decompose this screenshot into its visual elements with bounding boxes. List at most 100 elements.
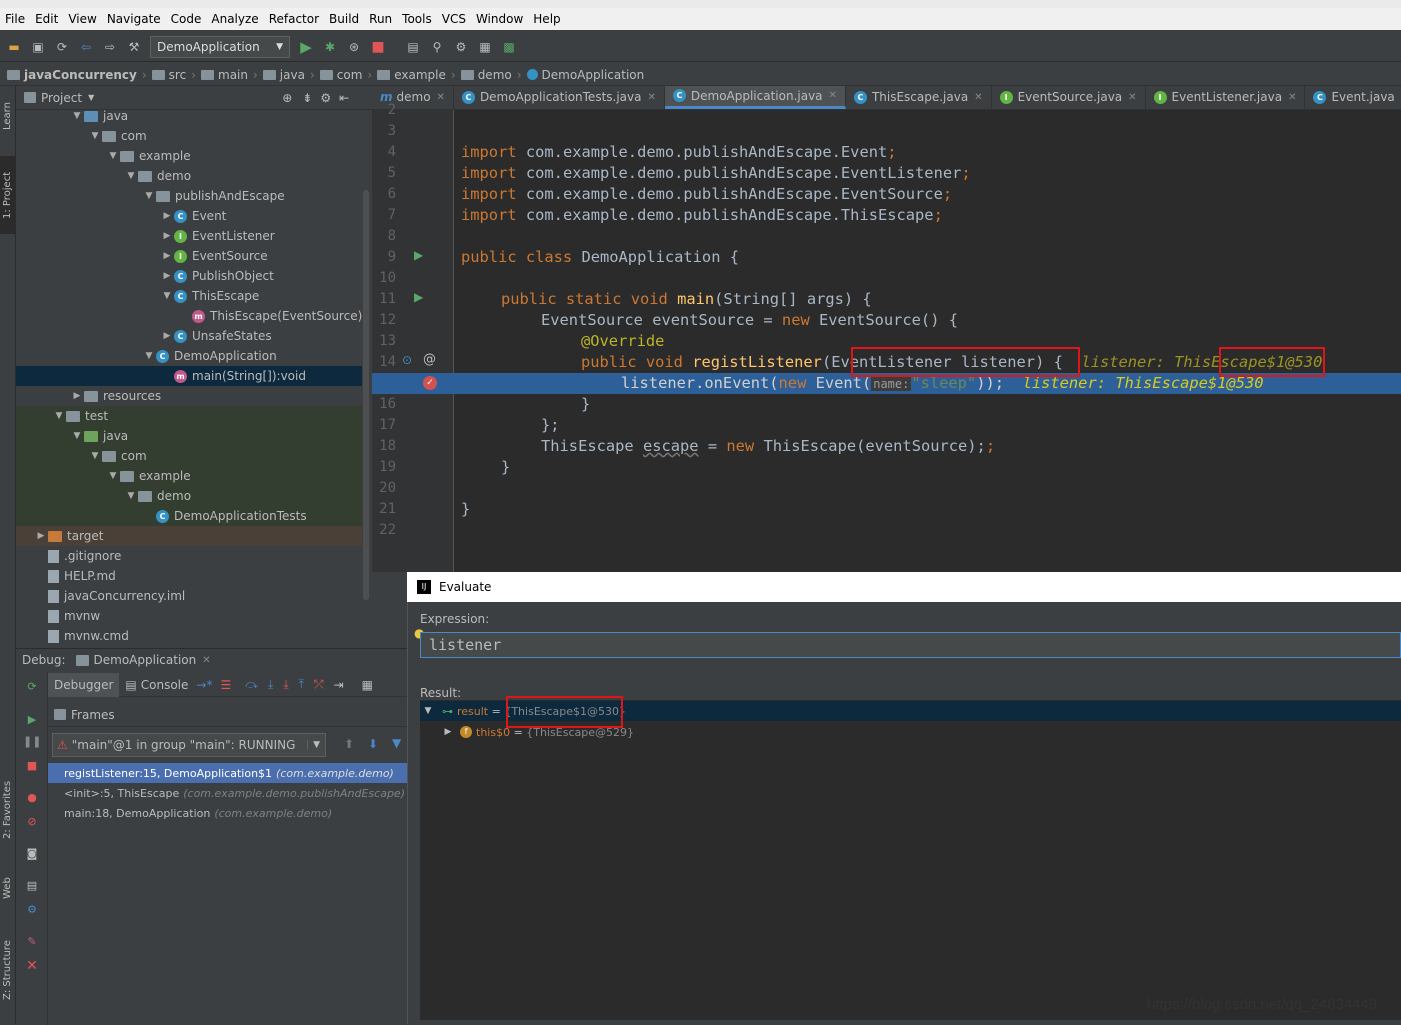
settings-wrench-icon[interactable]: ⚙ [452,38,470,56]
expand-arrow-icon[interactable]: ▶ [70,391,84,401]
web-tab[interactable]: Web [0,868,15,908]
stop-icon[interactable]: ■ [23,757,41,775]
close-icon[interactable]: ✕ [1288,92,1296,103]
filter-icon[interactable]: ▼ [392,736,401,750]
frame-item[interactable]: main:18, DemoApplication(com.example.dem… [48,803,407,823]
close-icon[interactable]: ✕ [437,92,445,103]
pin-icon[interactable]: ✎ [23,933,41,951]
menu-item-window[interactable]: Window [471,12,528,26]
expand-arrow-icon[interactable]: ▼ [142,191,156,201]
step-into-icon[interactable]: ⤓ [268,677,273,692]
breadcrumb-item[interactable]: DemoApplication [524,68,648,82]
sync-icon[interactable]: ⟳ [53,38,71,56]
editor-tab[interactable]: CDemoApplicationTests.java✕ [454,86,665,109]
plugin-icon[interactable]: ▩ [500,38,518,56]
tree-item[interactable]: ▼example [106,146,191,166]
locate-icon[interactable]: ⊕ [282,91,292,105]
expand-arrow-icon[interactable]: ▼ [88,131,102,141]
build-project-icon[interactable]: ▤ [404,38,422,56]
close-icon[interactable]: ✕ [829,90,837,101]
tree-item[interactable]: ▼java [70,106,128,126]
project-tool-tab[interactable]: 1: Project [0,156,15,234]
implements-gutter-icon[interactable]: ⊙ [402,353,412,367]
expression-input[interactable]: listener [420,632,1401,658]
expand-arrow-icon[interactable]: ▼ [106,471,120,481]
mute-breakpoints-icon[interactable]: ⊘ [23,813,41,831]
expand-arrow-icon[interactable]: ▼ [70,111,84,121]
evaluate-icon[interactable]: ▦ [362,678,373,692]
expand-arrow-icon[interactable]: ▼ [88,451,102,461]
expand-arrow-icon[interactable]: ▼ [70,431,84,441]
tree-item[interactable]: ▼example [106,466,191,486]
expand-arrow-icon[interactable]: ▶ [440,727,456,737]
expand-arrow-icon[interactable]: ▼ [420,706,436,716]
expand-arrow-icon[interactable]: ▶ [160,331,174,341]
run-icon[interactable]: ▶ [297,38,315,56]
menu-item-edit[interactable]: Edit [30,12,63,26]
editor-tab[interactable]: CThisEscape.java✕ [846,86,992,109]
tree-item[interactable]: ▶resources [70,386,161,406]
frame-item[interactable]: <init>:5, ThisEscape(com.example.demo.pu… [48,783,407,803]
tree-item[interactable]: mvnw.cmd [34,626,129,646]
tree-item[interactable]: ▶IEventListener [160,226,275,246]
open-folder-icon[interactable]: ▬ [5,38,23,56]
tree-item[interactable]: .gitignore [34,546,121,566]
breakpoint-icon[interactable]: ✓ [423,376,437,390]
tree-item[interactable]: mmain(String[]):void [160,366,306,386]
tree-item[interactable]: ▼publishAndEscape [142,186,285,206]
editor-tab[interactable]: CEvent.java✕ [1305,86,1401,109]
run-gutter-icon[interactable]: ▶ [414,248,423,262]
hide-icon[interactable]: ⇤ [339,91,349,105]
menu-item-navigate[interactable]: Navigate [102,12,166,26]
breadcrumb-item[interactable]: main [198,68,251,82]
expand-arrow-icon[interactable]: ▼ [106,151,120,161]
stop-icon[interactable]: ■ [369,38,387,56]
step-over-icon[interactable]: ⤼ [245,677,258,692]
tree-item[interactable]: ▶CUnsafeStates [160,326,272,346]
settings-icon[interactable]: ⚙ [23,901,41,919]
build-icon[interactable]: ⚒ [125,38,143,56]
menu-item-analyze[interactable]: Analyze [206,12,263,26]
breadcrumb-item[interactable]: javaConcurrency [4,68,140,82]
coverage-icon[interactable]: ⊛ [345,38,363,56]
close-icon[interactable]: ✕ [974,92,982,103]
tree-item[interactable]: ▼demo [124,166,191,186]
project-scrollbar[interactable] [363,190,369,600]
expand-arrow-icon[interactable]: ▶ [160,231,174,241]
close-icon[interactable]: ✕ [23,957,41,975]
debugger-tab[interactable]: Debugger [48,673,119,697]
close-icon[interactable]: ✕ [202,655,210,666]
run-configuration-select[interactable]: DemoApplication ▼ [150,36,290,58]
run-to-cursor-icon[interactable]: ⇥ [334,678,344,692]
tree-item[interactable]: ▶IEventSource [160,246,268,266]
breadcrumb-item[interactable]: example [374,68,449,82]
menu-item-run[interactable]: Run [364,12,397,26]
collapse-icon[interactable]: ⇟ [302,91,312,105]
close-icon[interactable]: ✕ [647,92,655,103]
tree-item[interactable]: HELP.md [34,566,116,586]
tree-item[interactable]: ▶target [34,526,104,546]
chevron-down-icon[interactable]: ▼ [88,93,94,102]
expand-arrow-icon[interactable]: ▼ [142,351,156,361]
tree-item[interactable]: ▶CPublishObject [160,266,274,286]
project-structure-icon[interactable]: ▦ [476,38,494,56]
tree-item[interactable]: CDemoApplicationTests [142,506,307,526]
expand-arrow-icon[interactable]: ▶ [160,271,174,281]
expand-arrow-icon[interactable]: ▼ [124,171,138,181]
menu-item-view[interactable]: View [63,12,101,26]
menu-item-tools[interactable]: Tools [397,12,437,26]
expand-arrow-icon[interactable]: ▼ [52,411,66,421]
up-arrow-icon[interactable]: ⬆ [344,737,354,751]
layout-icon[interactable]: ▤ [23,877,41,895]
save-icon[interactable]: ▣ [29,38,47,56]
frame-item[interactable]: registListener:15, DemoApplication$1(com… [48,763,407,783]
close-icon[interactable]: ✕ [1128,92,1136,103]
run-gutter-icon[interactable]: ▶ [414,290,423,304]
back-icon[interactable]: ⇦ [77,38,95,56]
gear-icon[interactable]: ⚙ [320,91,331,105]
menu-item-vcs[interactable]: VCS [437,12,471,26]
camera-icon[interactable]: ◙ [23,845,41,863]
tree-item[interactable]: ▼com [88,126,147,146]
breadcrumb-item[interactable]: demo [458,68,515,82]
editor-tab[interactable]: CDemoApplication.java✕ [665,86,846,109]
